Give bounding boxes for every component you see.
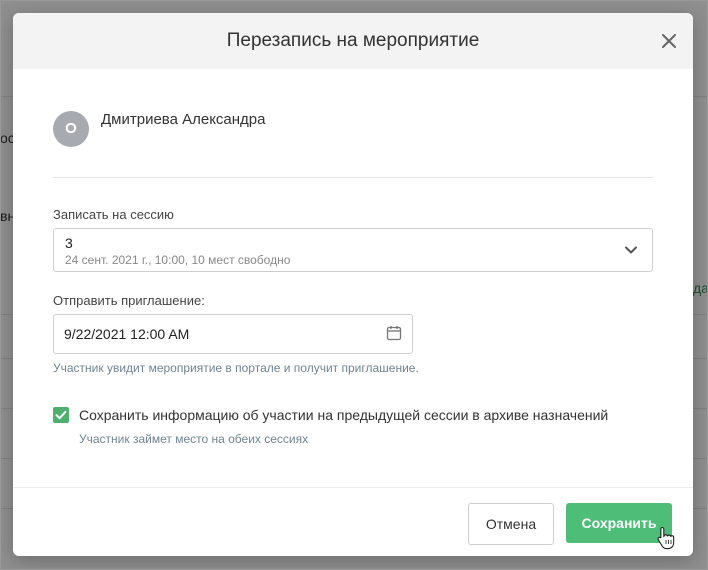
invitation-label: Отправить приглашение: — [53, 293, 205, 308]
session-selected-details: 24 сент. 2021 г., 10:00, 10 мест свободн… — [65, 253, 291, 267]
avatar: О — [53, 111, 89, 147]
chevron-down-icon — [625, 246, 637, 254]
session-select[interactable]: 3 24 сент. 2021 г., 10:00, 10 мест свобо… — [53, 228, 653, 272]
archive-checkbox-label[interactable]: Сохранить информацию об участии на преды… — [79, 407, 608, 423]
modal-title: Перезапись на мероприятие — [226, 30, 480, 51]
close-icon — [662, 34, 676, 48]
reassign-modal: Перезапись на мероприятие О Дмитриева Ал… — [13, 13, 693, 556]
close-button[interactable] — [659, 31, 679, 51]
check-icon — [55, 410, 67, 420]
calendar-icon[interactable] — [386, 325, 402, 341]
participant-name: Дмитриева Александра — [101, 111, 266, 128]
cancel-button[interactable]: Отмена — [468, 503, 554, 545]
session-label: Записать на сессию — [53, 207, 174, 222]
invitation-hint: Участник увидит мероприятие в портале и … — [53, 361, 419, 375]
modal-header: Перезапись на мероприятие — [13, 13, 693, 69]
invitation-date-value: 9/22/2021 12:00 AM — [64, 326, 190, 342]
invitation-date-input[interactable]: 9/22/2021 12:00 AM — [53, 314, 413, 354]
section-divider — [53, 177, 653, 178]
save-button[interactable]: Сохранить — [566, 503, 672, 543]
session-selected-value: 3 — [65, 235, 73, 251]
archive-hint: Участник займет место на обеих сессиях — [79, 432, 309, 446]
archive-checkbox[interactable] — [53, 407, 69, 423]
footer-divider — [13, 487, 693, 488]
